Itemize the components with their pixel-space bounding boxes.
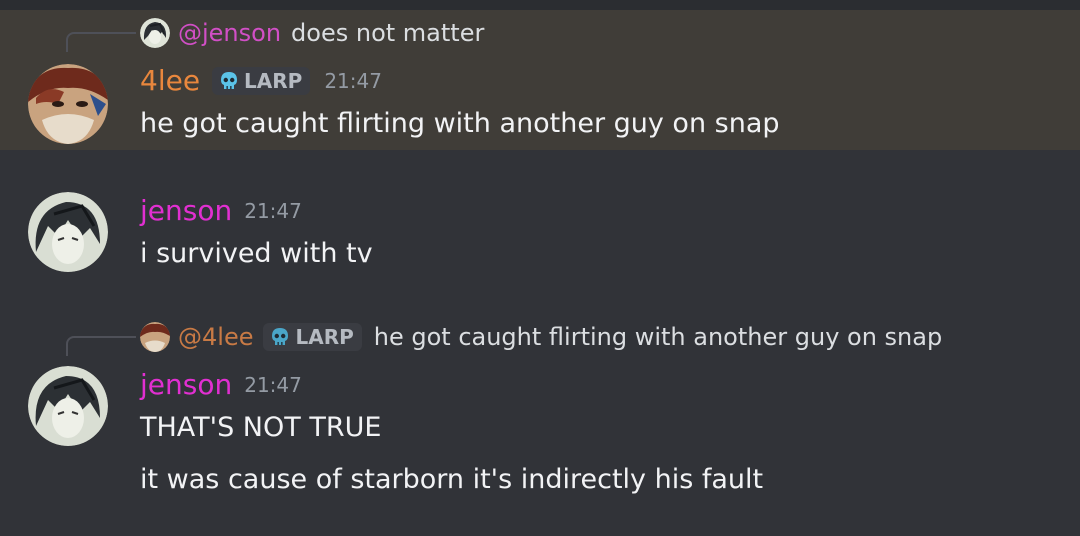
reply-connector: [66, 336, 136, 356]
avatar-jenson[interactable]: [28, 192, 108, 272]
guild-tag[interactable]: LARP: [212, 66, 311, 95]
timestamp[interactable]: 21:47: [244, 373, 302, 397]
message-content: he got caught flirting with another guy …: [140, 108, 780, 139]
skull-icon: [272, 328, 289, 345]
message-header: jenson 21:47: [140, 194, 302, 227]
reply-preview[interactable]: @jenson does not matter: [140, 18, 484, 48]
reply-text[interactable]: does not matter: [291, 19, 484, 47]
avatar-4lee[interactable]: [28, 64, 108, 144]
username-jenson[interactable]: jenson: [140, 368, 232, 401]
reply-username[interactable]: @jenson: [178, 19, 281, 47]
guild-tag[interactable]: LARP: [263, 323, 362, 351]
reply-username[interactable]: @4lee: [178, 323, 253, 351]
username-4lee[interactable]: 4lee: [140, 64, 200, 97]
message-item[interactable]: @4lee LARP he got caught flirting with a…: [0, 310, 1080, 530]
avatar-jenson[interactable]: [28, 366, 108, 446]
message-item[interactable]: @jenson does not matter 4lee LARP 21:47: [0, 10, 1080, 150]
message-header: 4lee LARP 21:47: [140, 64, 382, 97]
username-jenson[interactable]: jenson: [140, 194, 232, 227]
reply-connector: [66, 32, 136, 52]
message-content: it was cause of starborn it's indirectly…: [140, 464, 764, 495]
skull-icon: [221, 71, 238, 89]
top-divider: [0, 0, 1080, 10]
timestamp[interactable]: 21:47: [324, 69, 382, 93]
reply-avatar-4lee[interactable]: [140, 322, 170, 352]
message-content: THAT'S NOT TRUE: [140, 412, 382, 443]
tag-label: LARP: [244, 68, 303, 93]
reply-preview[interactable]: @4lee LARP he got caught flirting with a…: [140, 322, 942, 352]
timestamp[interactable]: 21:47: [244, 199, 302, 223]
tag-label: LARP: [295, 325, 354, 349]
reply-text[interactable]: he got caught flirting with another guy …: [374, 323, 942, 351]
message-header: jenson 21:47: [140, 368, 302, 401]
message-content: i survived with tv: [140, 238, 373, 269]
message-item[interactable]: jenson 21:47 i survived with tv: [0, 180, 1080, 290]
reply-avatar-jenson[interactable]: [140, 18, 170, 48]
